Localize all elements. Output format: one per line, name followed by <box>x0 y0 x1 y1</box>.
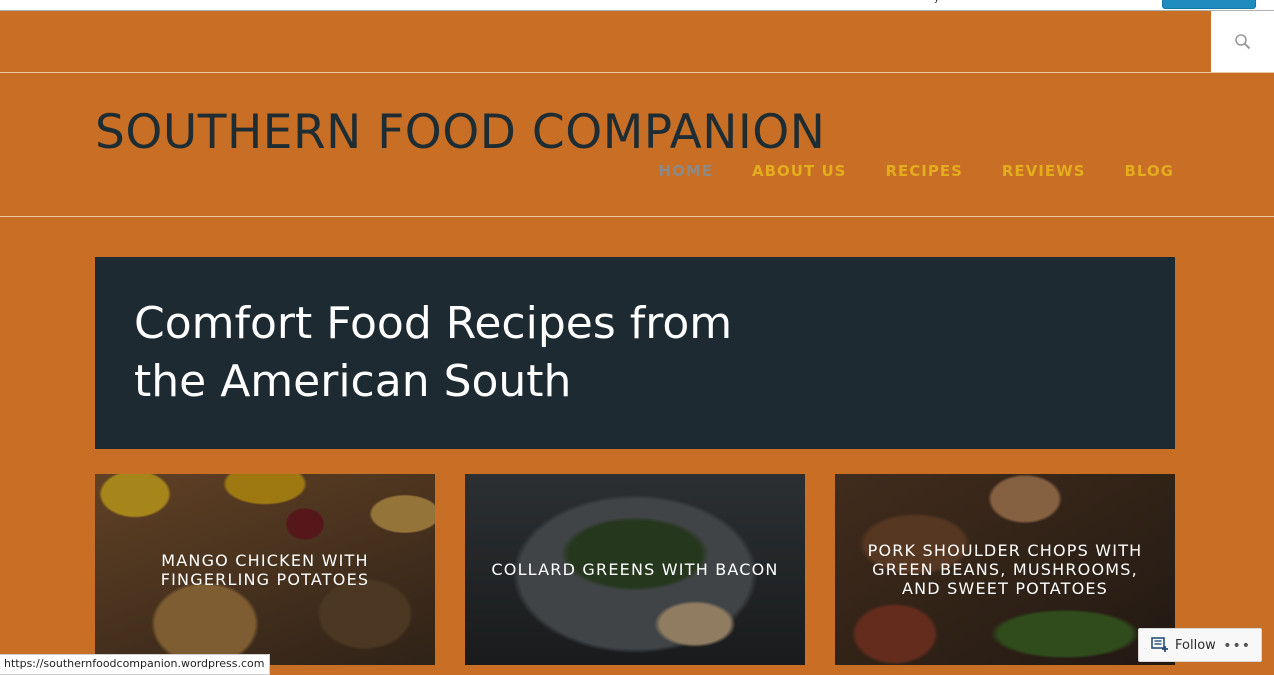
nav-item-home[interactable]: HOME <box>659 160 713 182</box>
top-bar <box>0 11 1274 73</box>
recipe-card-title[interactable]: PORK SHOULDER CHOPS WITH GREEN BEANS, MU… <box>835 474 1175 665</box>
main-navigation: HOME ABOUT US RECIPES REVIEWS BLOG <box>659 160 1174 182</box>
site-title[interactable]: SOUTHERN FOOD COMPANION <box>95 103 825 163</box>
recipe-card-mango-chicken[interactable]: MANGO CHICKEN WITH FINGERLING POTATOES <box>95 474 435 665</box>
hero-title: Comfort Food Recipes from the American S… <box>134 298 733 407</box>
follow-widget[interactable]: Follow ••• <box>1138 628 1262 662</box>
more-options-icon[interactable]: ••• <box>1223 638 1251 654</box>
browser-top-edge <box>0 0 1274 11</box>
search-icon <box>1234 33 1250 49</box>
nav-item-reviews[interactable]: REVIEWS <box>1002 160 1086 182</box>
recipe-card-collard-greens[interactable]: COLLARD GREENS WITH BACON <box>465 474 805 665</box>
search-button[interactable] <box>1211 11 1274 72</box>
nav-item-recipes[interactable]: RECIPES <box>885 160 962 182</box>
browser-status-url: https://southernfoodcompanion.wordpress.… <box>0 654 270 675</box>
reader-follow-icon <box>1151 637 1169 653</box>
recipe-card-pork-shoulder-chops[interactable]: PORK SHOULDER CHOPS WITH GREEN BEANS, MU… <box>835 474 1175 665</box>
hero-banner: Comfort Food Recipes from the American S… <box>95 257 1175 449</box>
top-blue-button[interactable] <box>1162 0 1256 9</box>
nav-item-about-us[interactable]: ABOUT US <box>752 160 846 182</box>
recipe-card-title[interactable]: COLLARD GREENS WITH BACON <box>465 474 805 665</box>
nav-item-blog[interactable]: BLOG <box>1124 160 1174 182</box>
follow-button-label[interactable]: Follow <box>1175 638 1216 653</box>
recipe-card-title[interactable]: MANGO CHICKEN WITH FINGERLING POTATOES <box>95 474 435 665</box>
partial-glyph: y <box>934 0 942 4</box>
